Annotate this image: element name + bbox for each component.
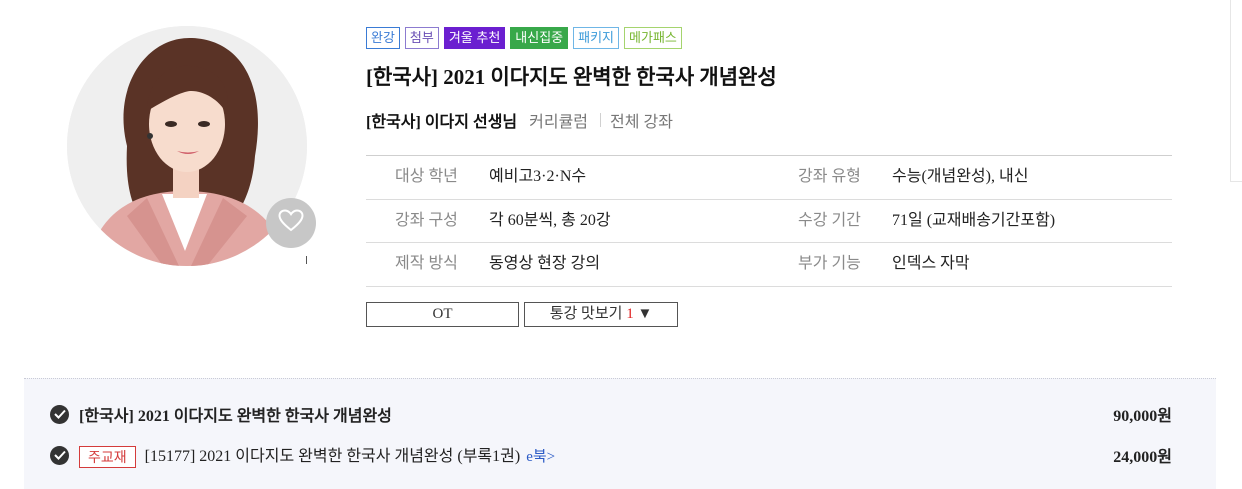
info-value: 수능(개념완성), 내신 [892, 168, 1029, 185]
info-value: 예비고3·2·N수 [489, 168, 587, 185]
badge-school-focus: 내신집중 [510, 27, 569, 49]
info-value: 각 60분씩, 총 20강 [489, 211, 611, 229]
badge-megapass: 메가패스 [624, 27, 682, 49]
badge-package: 패키지 [573, 27, 620, 49]
badge-attachment: 첨부 [404, 27, 439, 49]
check-circle-icon[interactable] [50, 404, 69, 424]
info-label: 제작 방식 [395, 255, 458, 272]
purchase-box: [한국사] 2021 이다지도 완벽한 한국사 개념완성 90,000원 주교재… [24, 378, 1216, 489]
info-value: 동영상 현장 강의 [489, 255, 601, 272]
divider-mark [306, 256, 307, 264]
course-title: [한국사] 2021 이다지도 완벽한 한국사 개념완성 [366, 65, 777, 89]
preview-count: 1 [626, 306, 634, 322]
curriculum-link[interactable]: 커리큘럼 [529, 108, 588, 132]
course-info-table: 대상 학년 예비고3·2·N수 강좌 유형 수능(개념완성), 내신 강좌 구성… [366, 155, 1172, 287]
purchase-item-price: 24,000원 [1113, 449, 1172, 466]
teacher-name: [한국사] 이다지 선생님 [366, 114, 518, 131]
side-panel-edge [1230, 0, 1242, 182]
preview-dropdown-button[interactable]: 통강 맛보기 1 ▼ [524, 302, 678, 327]
main-textbook-tag: 주교재 [79, 446, 136, 469]
purchase-item-title: [15177] 2021 이다지도 완벽한 한국사 개념완성 (부록1권) [144, 447, 521, 465]
info-row: 대상 학년 예비고3·2·N수 강좌 유형 수능(개념완성), 내신 [366, 156, 1172, 200]
favorite-button[interactable] [266, 198, 316, 248]
badge-group: 완강 첨부 겨울 추천 내신집중 패키지 메가패스 [366, 27, 682, 49]
badge-complete: 완강 [366, 27, 400, 49]
info-label: 대상 학년 [395, 168, 458, 185]
purchase-item-price: 90,000원 [1113, 408, 1172, 425]
purchase-item: 주교재 [15177] 2021 이다지도 완벽한 한국사 개념완성 (부록1권)… [24, 442, 1216, 469]
link-divider [600, 113, 602, 127]
check-circle-icon[interactable] [50, 445, 69, 465]
info-row: 제작 방식 동영상 현장 강의 부가 기능 인덱스 자막 [366, 243, 1172, 287]
info-row: 강좌 구성 각 60분씩, 총 20강 수강 기간 71일 (교재배송기간포함) [366, 200, 1172, 243]
purchase-item-line: 주교재 [15177] 2021 이다지도 완벽한 한국사 개념완성 (부록1권)… [79, 442, 555, 469]
info-value: 인덱스 자막 [892, 255, 970, 272]
info-label: 강좌 유형 [798, 168, 861, 185]
ebook-link[interactable]: e북> [526, 449, 555, 465]
info-label: 부가 기능 [798, 255, 861, 272]
teacher-line: [한국사] 이다지 선생님 커리큘럼 전체 강좌 [366, 108, 673, 132]
purchase-item-title: [한국사] 2021 이다지도 완벽한 한국사 개념완성 [79, 408, 392, 425]
heart-icon [278, 208, 304, 238]
info-label: 강좌 구성 [395, 211, 458, 229]
badge-winter-pick: 겨울 추천 [443, 27, 506, 49]
purchase-item: [한국사] 2021 이다지도 완벽한 한국사 개념완성 90,000원 [24, 402, 1216, 426]
info-value: 71일 (교재배송기간포함) [892, 211, 1056, 229]
ot-button[interactable]: OT [366, 302, 519, 327]
chevron-down-icon: ▼ [637, 306, 653, 322]
preview-label: 통강 맛보기 [549, 306, 623, 322]
all-lectures-link[interactable]: 전체 강좌 [610, 108, 673, 132]
info-label: 수강 기간 [798, 211, 861, 229]
